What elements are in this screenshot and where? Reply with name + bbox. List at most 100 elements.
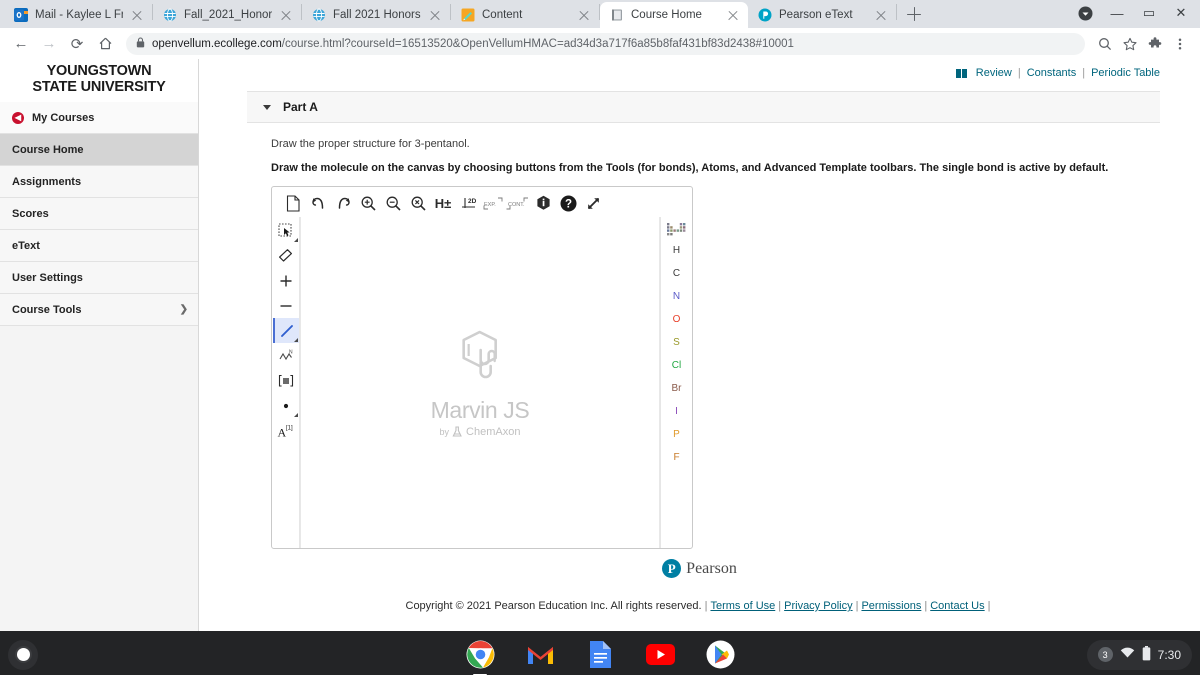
decrease-charge-tool[interactable] — [273, 293, 299, 318]
atom-button-o[interactable]: O — [662, 308, 692, 331]
contact-us-link[interactable]: Contact Us — [930, 600, 984, 612]
minimize-button[interactable]: — — [1102, 1, 1132, 25]
increase-charge-tool[interactable] — [273, 268, 299, 293]
marvin-hex-icon — [462, 330, 498, 378]
sidebar-item-my-courses[interactable]: ◀ My Courses — [0, 102, 198, 134]
contract-group-icon[interactable]: CONT. — [506, 191, 530, 215]
selection-tool[interactable] — [273, 218, 299, 243]
page-area: YOUNGSTOWN STATE UNIVERSITY ◀ My Courses… — [0, 59, 1200, 631]
launcher-button[interactable] — [8, 639, 38, 670]
atom-button-p[interactable]: P — [662, 423, 692, 446]
close-window-button[interactable]: ✕ — [1166, 1, 1196, 25]
terms-of-use-link[interactable]: Terms of Use — [710, 600, 775, 612]
chevron-down-icon[interactable] — [263, 104, 271, 110]
wifi-icon[interactable] — [1120, 647, 1135, 662]
browser-tab-fall2021-honors-sem[interactable]: Fall_2021_Honors_Sem — [153, 2, 301, 28]
new-tab-button[interactable] — [901, 1, 927, 27]
search-icon[interactable] — [1093, 32, 1117, 56]
close-icon[interactable] — [428, 8, 442, 22]
atom-button-i[interactable]: I — [662, 400, 692, 423]
expand-group-icon[interactable]: EXP. — [481, 191, 505, 215]
chrome-app-icon[interactable] — [466, 640, 495, 675]
pearson-wordmark: Pearson — [686, 559, 737, 577]
youtube-app-icon[interactable] — [645, 640, 675, 669]
sidebar-item-course-tools[interactable]: Course Tools ❯ — [0, 294, 198, 326]
chromeos-shelf: 3 7:30 — [0, 631, 1200, 675]
sidebar-item-label: Course Tools — [12, 303, 82, 316]
fullscreen-icon[interactable] — [581, 191, 605, 215]
tool-expand-corner[interactable] — [293, 413, 298, 417]
notification-count-badge[interactable]: 3 — [1097, 647, 1113, 662]
zoom-reset-icon[interactable] — [406, 191, 430, 215]
sidebar-item-user-settings[interactable]: User Settings — [0, 262, 198, 294]
maximize-button[interactable]: ▭ — [1134, 1, 1164, 25]
battery-icon[interactable] — [1142, 645, 1151, 664]
bookmark-star-icon[interactable] — [1118, 32, 1142, 56]
review-link[interactable]: Review — [976, 67, 1012, 79]
sidebar-item-scores[interactable]: Scores — [0, 198, 198, 230]
atom-dot-tool[interactable] — [273, 393, 299, 418]
constants-link[interactable]: Constants — [1027, 67, 1077, 79]
page-title: Part A — [283, 100, 318, 114]
periodic-table-link[interactable]: Periodic Table — [1091, 67, 1160, 79]
molecule-canvas[interactable]: Marvin JS by ChemAxon — [300, 217, 660, 548]
forward-icon[interactable]: → — [36, 31, 62, 57]
atom-button-f[interactable]: F — [662, 446, 692, 469]
atom-button-h[interactable]: H — [662, 239, 692, 262]
close-icon[interactable] — [130, 8, 144, 22]
gmail-app-icon[interactable] — [526, 640, 555, 669]
tool-expand-corner[interactable] — [293, 238, 298, 242]
browser-tab-course-home[interactable]: Course Home — [600, 2, 748, 28]
play-store-app-icon[interactable] — [706, 640, 735, 669]
browser-tab-mail[interactable]: Mail - Kaylee L Franzen — [4, 2, 152, 28]
extensions-puzzle-icon[interactable] — [1143, 32, 1167, 56]
browser-tab-content[interactable]: Content — [451, 2, 599, 28]
tool-expand-corner[interactable] — [293, 338, 298, 342]
sidebar-item-course-home[interactable]: Course Home — [0, 134, 198, 166]
marvin-js-editor[interactable]: H± 2D EXP. CONT. ? N A [1] Marvin JS by … — [271, 186, 693, 549]
atom-button-cl[interactable]: Cl — [662, 354, 692, 377]
atom-button-c[interactable]: C — [662, 262, 692, 285]
redo-icon[interactable] — [331, 191, 355, 215]
periodic-table-icon[interactable] — [662, 219, 692, 239]
zoom-out-icon[interactable] — [381, 191, 405, 215]
home-icon[interactable] — [92, 31, 118, 57]
back-icon[interactable]: ← — [8, 31, 34, 57]
browser-chrome: Mail - Kaylee L Franzen Fall_2021_Honors… — [0, 0, 1200, 59]
privacy-policy-link[interactable]: Privacy Policy — [784, 600, 852, 612]
bracket-tool[interactable] — [273, 368, 299, 393]
chrome-menu-icon[interactable] — [1168, 32, 1192, 56]
link-divider: | — [1017, 67, 1021, 79]
permissions-link[interactable]: Permissions — [861, 600, 921, 612]
clean-2d-icon[interactable]: 2D — [456, 191, 480, 215]
eraser-tool[interactable] — [273, 243, 299, 268]
chain-tool[interactable]: N — [273, 343, 299, 368]
close-icon[interactable] — [726, 8, 740, 22]
help-icon[interactable]: ? — [556, 191, 580, 215]
sidebar-item-etext[interactable]: eText — [0, 230, 198, 262]
atom-label-tool[interactable]: A [1] — [273, 418, 299, 443]
close-icon[interactable] — [279, 8, 293, 22]
part-a-header[interactable]: Part A — [247, 91, 1160, 123]
hydrogen-toggle-icon[interactable]: H± — [431, 191, 455, 215]
sidebar-item-assignments[interactable]: Assignments — [0, 166, 198, 198]
new-document-icon[interactable] — [281, 191, 305, 215]
close-icon[interactable] — [874, 8, 888, 22]
close-icon[interactable] — [577, 8, 591, 22]
atom-button-br[interactable]: Br — [662, 377, 692, 400]
chemaxon-flask-icon — [452, 425, 463, 437]
browser-tab-fall2021-honors-course[interactable]: Fall 2021 Honors Cours — [302, 2, 450, 28]
browser-tab-pearson-etext[interactable]: Pearson eText — [748, 2, 896, 28]
address-bar[interactable]: openvellum.ecollege.com/course.html?cour… — [126, 32, 1085, 55]
clock-time[interactable]: 7:30 — [1158, 648, 1181, 662]
single-bond-tool[interactable] — [272, 318, 299, 343]
zoom-in-icon[interactable] — [356, 191, 380, 215]
undo-icon[interactable] — [306, 191, 330, 215]
reload-icon[interactable]: ⟳ — [64, 31, 90, 57]
google-docs-app-icon[interactable] — [586, 640, 615, 669]
info-icon[interactable] — [531, 191, 555, 215]
system-tray[interactable]: 3 7:30 — [1086, 639, 1192, 670]
atom-button-n[interactable]: N — [662, 285, 692, 308]
atom-button-s[interactable]: S — [662, 331, 692, 354]
profile-avatar-icon[interactable] — [1070, 1, 1100, 25]
